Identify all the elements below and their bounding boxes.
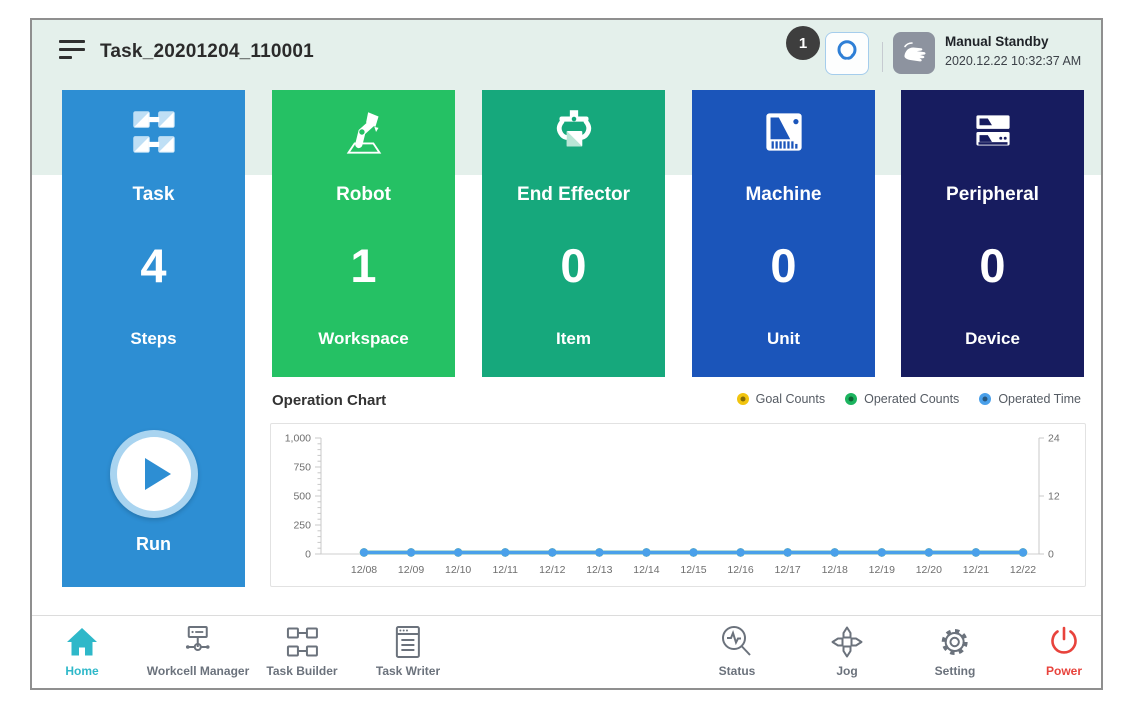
svg-text:12/17: 12/17 — [775, 564, 801, 576]
nav-status[interactable]: Status — [717, 622, 757, 678]
task-writer-icon — [376, 622, 440, 662]
notification-badge[interactable]: 1 — [786, 26, 820, 60]
card-title: Task — [62, 184, 245, 206]
run-button[interactable] — [110, 430, 198, 518]
svg-text:12/09: 12/09 — [398, 564, 424, 576]
card-task[interactable]: Task 4 Steps Run — [62, 90, 245, 587]
card-unit: Item — [482, 329, 665, 349]
svg-text:12/11: 12/11 — [492, 564, 518, 576]
svg-text:0: 0 — [1048, 549, 1054, 561]
nav-jog[interactable]: Jog — [827, 622, 867, 678]
page-title: Task_20201204_110001 — [100, 41, 314, 63]
svg-text:12/22: 12/22 — [1010, 564, 1036, 576]
legend-goal-counts: Goal Counts — [737, 392, 825, 406]
svg-text:24: 24 — [1048, 433, 1060, 445]
svg-text:12/16: 12/16 — [727, 564, 753, 576]
gripper-tool-button[interactable] — [825, 32, 869, 75]
gear-icon — [935, 622, 976, 662]
svg-text:0: 0 — [305, 549, 311, 561]
nav-power[interactable]: Power — [1044, 622, 1084, 678]
app-window: Task_20201204_110001 1 Manual Standby 20… — [30, 18, 1103, 690]
chart-canvas: 0 250 500 750 1,000 0 12 24 12/08 12/09 12/10 12/11… — [271, 424, 1085, 586]
peripheral-icon — [965, 104, 1021, 165]
card-unit: Unit — [692, 329, 875, 349]
operation-chart: 0 250 500 750 1,000 0 12 24 12/08 12/09 12/10 12/11… — [270, 423, 1086, 587]
legend-operated-time: Operated Time — [979, 392, 1081, 406]
chart-legend: Goal Counts Operated Counts Operated Tim… — [737, 392, 1081, 406]
card-unit: Steps — [62, 329, 245, 349]
svg-text:12: 12 — [1048, 491, 1060, 503]
task-icon — [126, 104, 182, 165]
svg-text:12/20: 12/20 — [916, 564, 942, 576]
home-icon — [62, 622, 102, 662]
run-label: Run — [62, 534, 245, 555]
card-value: 0 — [901, 238, 1084, 293]
svg-text:12/14: 12/14 — [633, 564, 659, 576]
svg-text:12/08: 12/08 — [351, 564, 377, 576]
svg-text:12/19: 12/19 — [869, 564, 895, 576]
card-peripheral[interactable]: Peripheral 0 Device — [901, 90, 1084, 377]
legend-dot-yellow — [737, 393, 749, 405]
hand-icon — [900, 37, 928, 70]
svg-text:12/21: 12/21 — [963, 564, 989, 576]
card-value: 0 — [692, 238, 875, 293]
card-value: 1 — [272, 238, 455, 293]
manual-mode-chip[interactable] — [893, 32, 935, 74]
card-title: Machine — [692, 184, 875, 206]
gripper-icon — [833, 37, 861, 70]
jog-icon — [827, 622, 867, 662]
svg-text:750: 750 — [293, 462, 311, 474]
card-title: Peripheral — [901, 184, 1084, 206]
workcell-manager-icon — [147, 622, 249, 662]
legend-operated-counts: Operated Counts — [845, 392, 959, 406]
chart-title: Operation Chart — [272, 392, 386, 409]
svg-text:12/18: 12/18 — [822, 564, 848, 576]
nav-workcell-manager[interactable]: Workcell Manager — [147, 622, 249, 678]
card-title: Robot — [272, 184, 455, 206]
svg-text:12/10: 12/10 — [445, 564, 471, 576]
card-end-effector[interactable]: End Effector 0 Item — [482, 90, 665, 377]
card-robot[interactable]: Robot 1 Workspace — [272, 90, 455, 377]
bottom-nav: Home Workcell Manager — [32, 615, 1101, 688]
power-icon — [1044, 622, 1084, 662]
task-builder-icon — [266, 622, 337, 662]
svg-text:1,000: 1,000 — [285, 433, 311, 445]
robot-arm-icon — [336, 104, 392, 165]
svg-text:250: 250 — [293, 520, 311, 532]
machine-icon — [756, 104, 812, 165]
card-unit: Workspace — [272, 329, 455, 349]
svg-text:12/13: 12/13 — [586, 564, 612, 576]
svg-text:12/15: 12/15 — [680, 564, 706, 576]
robot-status: Manual Standby 2020.12.22 10:32:37 AM — [945, 35, 1081, 67]
topbar-divider — [882, 42, 883, 72]
legend-dot-blue — [979, 393, 991, 405]
card-unit: Device — [901, 329, 1084, 349]
status-mode-label: Manual Standby — [945, 35, 1081, 49]
nav-home[interactable]: Home — [62, 622, 102, 678]
card-value: 0 — [482, 238, 665, 293]
card-value: 4 — [62, 238, 245, 293]
nav-setting[interactable]: Setting — [935, 622, 976, 678]
status-datetime: 2020.12.22 10:32:37 AM — [945, 55, 1081, 68]
play-icon — [145, 458, 171, 490]
card-machine[interactable]: Machine 0 Unit — [692, 90, 875, 377]
svg-text:12/12: 12/12 — [539, 564, 565, 576]
end-effector-icon — [546, 104, 602, 165]
menu-icon[interactable] — [59, 40, 85, 64]
card-title: End Effector — [482, 184, 665, 206]
nav-task-builder[interactable]: Task Builder — [266, 622, 337, 678]
legend-dot-green — [845, 393, 857, 405]
status-icon — [717, 622, 757, 662]
nav-task-writer[interactable]: Task Writer — [376, 622, 440, 678]
svg-text:500: 500 — [293, 491, 311, 503]
